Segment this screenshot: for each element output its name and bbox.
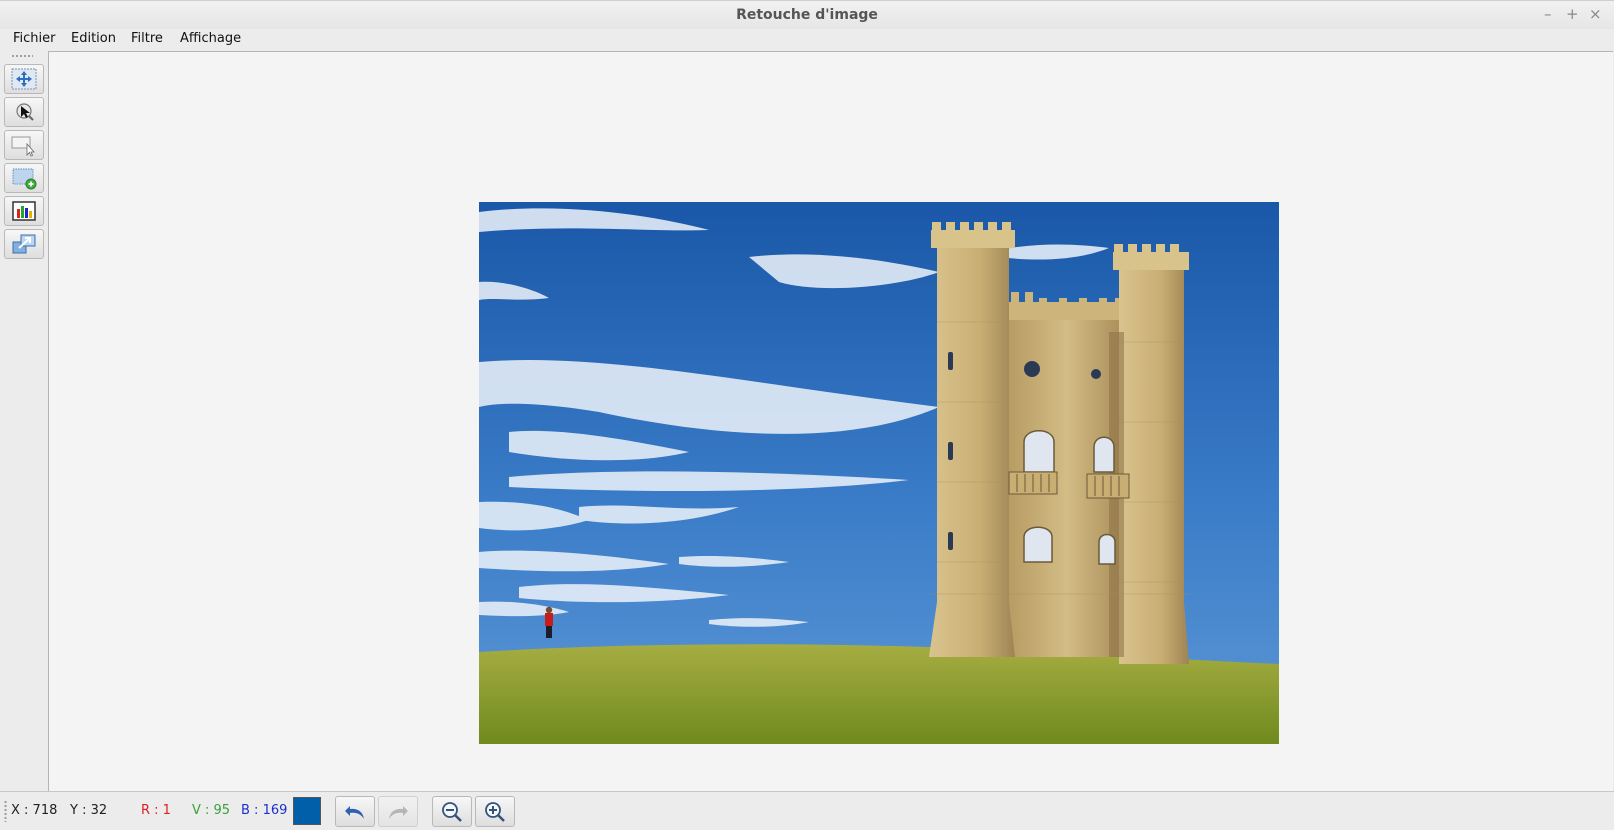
zoom-in-button[interactable]: [475, 796, 515, 827]
window-title: Retouche d'image: [736, 7, 878, 23]
person-figure: [545, 606, 553, 638]
undo-icon: [345, 805, 364, 819]
selection-cursor-icon: [11, 136, 35, 157]
redo-button[interactable]: [378, 796, 418, 827]
undo-button[interactable]: [335, 796, 375, 827]
histogram-tool-button[interactable]: [4, 196, 44, 226]
histogram-icon: [12, 201, 36, 221]
red-value-readout: R : 1: [141, 803, 171, 818]
new-layer-plus-icon: [12, 168, 37, 190]
toolbar-drag-handle[interactable]: [11, 54, 33, 58]
cursor-magnifier-icon: [16, 103, 34, 121]
redo-icon: [389, 805, 408, 819]
menubar: Fichier Edition Filtre Affichage: [0, 29, 1614, 51]
menu-affichage[interactable]: Affichage: [177, 31, 244, 46]
cursor-y-readout: Y : 32: [70, 803, 108, 818]
statusbar-drag-handle[interactable]: [4, 800, 7, 822]
move-tool-button[interactable]: [4, 64, 44, 94]
resize-layers-icon: [12, 234, 36, 254]
blue-value-readout: B : 169: [241, 803, 288, 818]
cursor-x-readout: X : 718: [11, 803, 58, 818]
rect-select-tool-button[interactable]: [4, 130, 44, 160]
tower-image: [479, 202, 1279, 744]
menu-filtre[interactable]: Filtre: [128, 31, 166, 46]
window-titlebar[interactable]: Retouche d'image – + ×: [0, 0, 1614, 29]
menu-fichier[interactable]: Fichier: [10, 31, 59, 46]
minimize-button[interactable]: –: [1544, 6, 1552, 22]
zoom-out-button[interactable]: [432, 796, 472, 827]
color-swatch: [293, 797, 321, 825]
maximize-button[interactable]: +: [1566, 6, 1579, 22]
pointer-tool-button[interactable]: [4, 97, 44, 127]
menu-edition[interactable]: Edition: [68, 31, 119, 46]
new-layer-tool-button[interactable]: [4, 163, 44, 193]
close-button[interactable]: ×: [1589, 6, 1602, 22]
green-value-readout: V : 95: [192, 803, 231, 818]
tower-photo[interactable]: [479, 202, 1279, 744]
zoom-in-icon: [485, 801, 505, 822]
move-arrows-icon: [11, 68, 37, 90]
status-bar: X : 718 Y : 32 R : 1 V : 95 B : 169: [0, 791, 1614, 830]
image-canvas[interactable]: [48, 51, 1613, 791]
resize-tool-button[interactable]: [4, 229, 44, 259]
zoom-out-icon: [442, 801, 462, 822]
